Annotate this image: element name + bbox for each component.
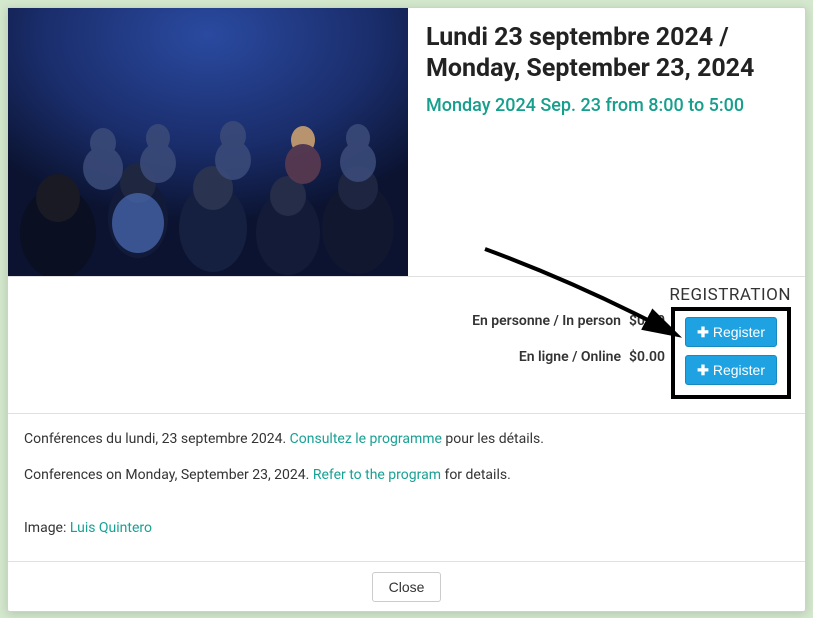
description-en: Conferences on Monday, September 23, 202… — [24, 464, 789, 486]
description-fr: Conférences du lundi, 23 septembre 2024.… — [24, 428, 789, 450]
register-label: Register — [713, 324, 765, 340]
registration-section: REGISTRATION En personne / In person $0.… — [8, 277, 805, 414]
registration-labels: En personne / In person $0.00 En ligne /… — [472, 313, 675, 365]
plus-icon: ✚ — [697, 325, 709, 339]
register-button-online[interactable]: ✚ Register — [685, 355, 777, 385]
event-modal: Lundi 23 septembre 2024 / Monday, Septem… — [7, 7, 806, 612]
description-section: Conférences du lundi, 23 septembre 2024.… — [8, 414, 805, 561]
register-label: Register — [713, 362, 765, 378]
modal-footer: Close — [8, 561, 805, 612]
plus-icon: ✚ — [697, 363, 709, 377]
close-button[interactable]: Close — [372, 572, 442, 602]
reg-label-online: En ligne / Online — [519, 349, 621, 365]
event-datetime: Monday 2024 Sep. 23 from 8:00 to 5:00 — [426, 95, 787, 116]
register-button-inperson[interactable]: ✚ Register — [685, 317, 777, 347]
event-title: Lundi 23 septembre 2024 / Monday, Septem… — [426, 22, 787, 85]
reg-price-inperson: $0.00 — [629, 313, 675, 329]
program-link-fr[interactable]: Consultez le programme — [290, 431, 442, 447]
title-block: Lundi 23 septembre 2024 / Monday, Septem… — [408, 8, 805, 276]
program-link-en[interactable]: Refer to the program — [313, 467, 441, 483]
top-section: Lundi 23 septembre 2024 / Monday, Septem… — [8, 8, 805, 277]
image-credit-link[interactable]: Luis Quintero — [70, 520, 152, 536]
registration-heading: REGISTRATION — [22, 285, 791, 305]
image-credit: Image: Luis Quintero — [24, 517, 789, 539]
hero-image — [8, 8, 408, 276]
reg-label-inperson: En personne / In person — [472, 313, 621, 329]
reg-price-online: $0.00 — [629, 349, 675, 365]
register-buttons-highlight: ✚ Register ✚ Register — [671, 307, 791, 399]
